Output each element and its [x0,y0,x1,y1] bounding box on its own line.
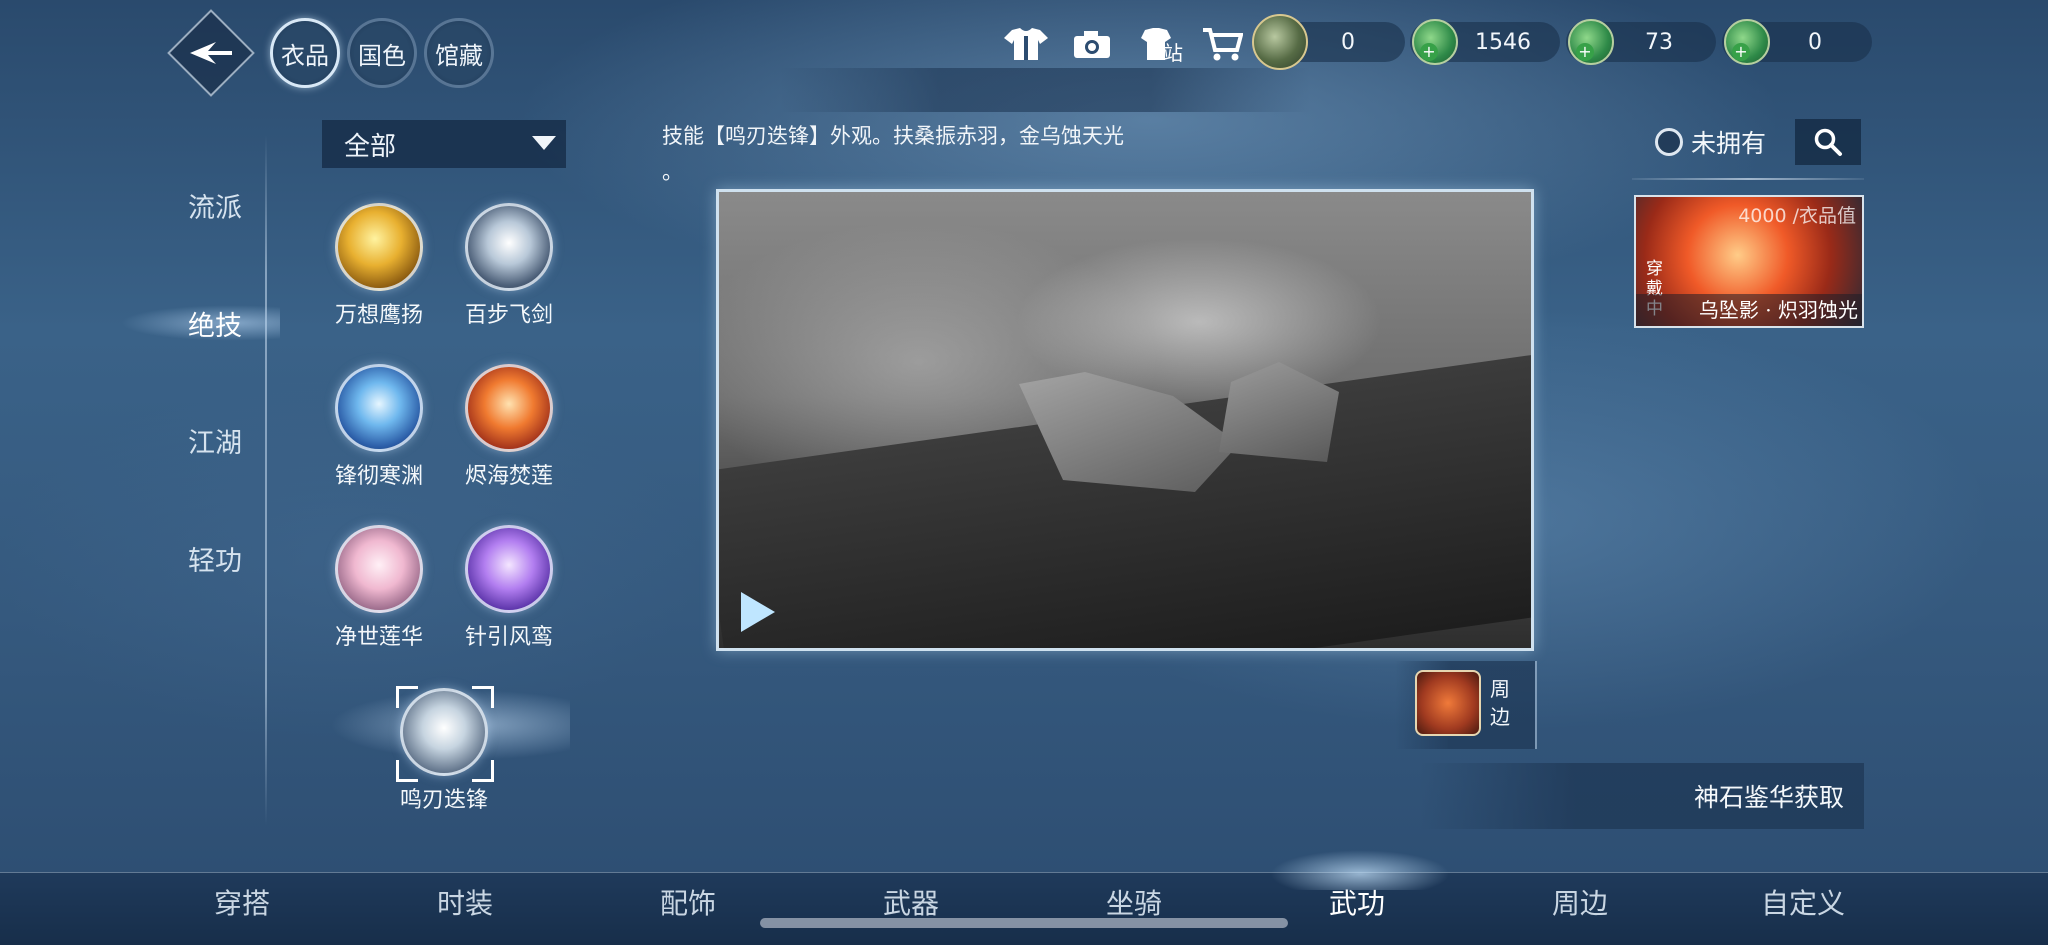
filter-selected-label: 全部 [344,131,397,162]
card-name: 乌坠影 · 炽羽蚀光 [1636,294,1862,326]
merch-thumbnail [1415,670,1481,736]
selection-bracket [396,686,418,708]
currency-green-2-value: 73 [1645,29,1673,55]
not-owned-label: 未拥有 [1691,129,1767,158]
skill-label: 百步飞剑 [464,303,553,328]
skill-label: 净世莲华 [334,625,423,650]
plus-icon[interactable]: + [1420,43,1438,61]
green-coin-icon: + [1568,19,1614,65]
green-coin-icon: + [1412,19,1458,65]
green-coin-icon: + [1724,19,1770,65]
tab-custom[interactable]: 自定义 [1723,872,1883,932]
right-divider [1632,178,1864,180]
tab-fashion[interactable]: 时装 [385,872,545,932]
skill-gold-icon [335,203,423,291]
acquire-button[interactable]: 神石鉴华获取 [1420,763,1864,829]
radio-icon[interactable] [1655,128,1683,156]
tab-merch[interactable]: 周边 [1500,872,1660,932]
appearance-card[interactable]: 4000 /衣品值 穿戴中 乌坠影 · 炽羽蚀光 [1634,195,1864,328]
sidebar-item-jianghu[interactable]: 江湖 [150,415,280,465]
tab-national-color[interactable]: 国色 [347,18,417,88]
chevron-down-icon [532,136,556,150]
skill-ice-icon [335,364,423,452]
back-arrow-icon [190,42,232,64]
currency-jade-value: 0 [1341,29,1355,55]
skill-item[interactable]: 百步飞剑 [444,203,574,353]
sidebar-item-school[interactable]: 流派 [150,180,280,230]
selection-bracket [396,760,418,782]
acquire-label: 神石鉴华获取 [1693,783,1844,812]
back-button[interactable] [180,22,242,84]
outfit-station-icon[interactable]: 站 [1134,22,1190,66]
skill-label: 万想鹰扬 [334,303,423,328]
merch-label: 周边 [1490,677,1510,729]
plus-icon[interactable]: + [1576,43,1594,61]
skill-item[interactable]: 锋彻寒渊 [314,364,444,514]
description-line: 。 [662,160,683,184]
tab-martial-arts[interactable]: 武功 [1277,872,1437,932]
skill-fire-icon [465,364,553,452]
station-icon-text: 站 [1163,40,1183,65]
description-line: 技能【鸣刃迭锋】外观。扶桑振赤羽，金乌蚀天光 [662,124,1124,148]
play-icon[interactable] [741,592,775,632]
sidebar-item-lightness[interactable]: 轻功 [150,533,280,583]
plus-icon[interactable]: + [1732,43,1750,61]
sidebar-item-ultimate[interactable]: 绝技 [150,298,280,348]
skill-vortex-icon [465,525,553,613]
camera-icon[interactable] [1070,22,1114,66]
skill-item[interactable]: 烬海焚莲 [444,364,574,514]
currency-green-1-value: 1546 [1475,29,1531,55]
skill-sword-icon [465,203,553,291]
skill-label: 针引风鸾 [464,625,553,650]
merch-button[interactable]: 周边 [1395,661,1537,749]
outfit-icon[interactable] [1004,22,1048,66]
tab-clothing[interactable]: 衣品 [270,18,340,88]
jade-coin-icon [1252,14,1308,70]
skill-item[interactable]: 万想鹰扬 [314,203,444,353]
sidebar-divider [265,135,267,825]
card-outfit-value: 4000 /衣品值 [1738,205,1856,227]
skill-item[interactable]: 针引风鸾 [444,525,574,675]
skill-lotus-icon [335,525,423,613]
search-icon [1814,128,1842,156]
selection-bracket [472,760,494,782]
search-button[interactable] [1795,119,1861,165]
video-rock [1219,362,1339,462]
tab-collection[interactable]: 馆藏 [424,18,494,88]
skill-label: 鸣刃迭锋 [399,788,488,813]
skill-label: 烬海焚莲 [464,464,553,489]
skill-description: 技能【鸣刃迭锋】外观。扶桑振赤羽，金乌蚀天光 。 [662,118,1342,190]
shop-cart-icon[interactable] [1200,22,1244,66]
skill-item[interactable]: 净世莲华 [314,525,444,675]
selection-bracket [472,686,494,708]
top-decor-band [780,68,1310,112]
skill-label: 锋彻寒渊 [334,464,423,489]
filter-dropdown[interactable]: 全部 [322,120,566,168]
tab-outfit[interactable]: 穿搭 [162,872,322,932]
home-indicator [760,918,1288,928]
tab-accessory[interactable]: 配饰 [608,872,768,932]
video-preview[interactable] [716,189,1534,651]
currency-green-3-value: 0 [1808,29,1822,55]
not-owned-filter[interactable]: 未拥有 [1655,122,1766,162]
